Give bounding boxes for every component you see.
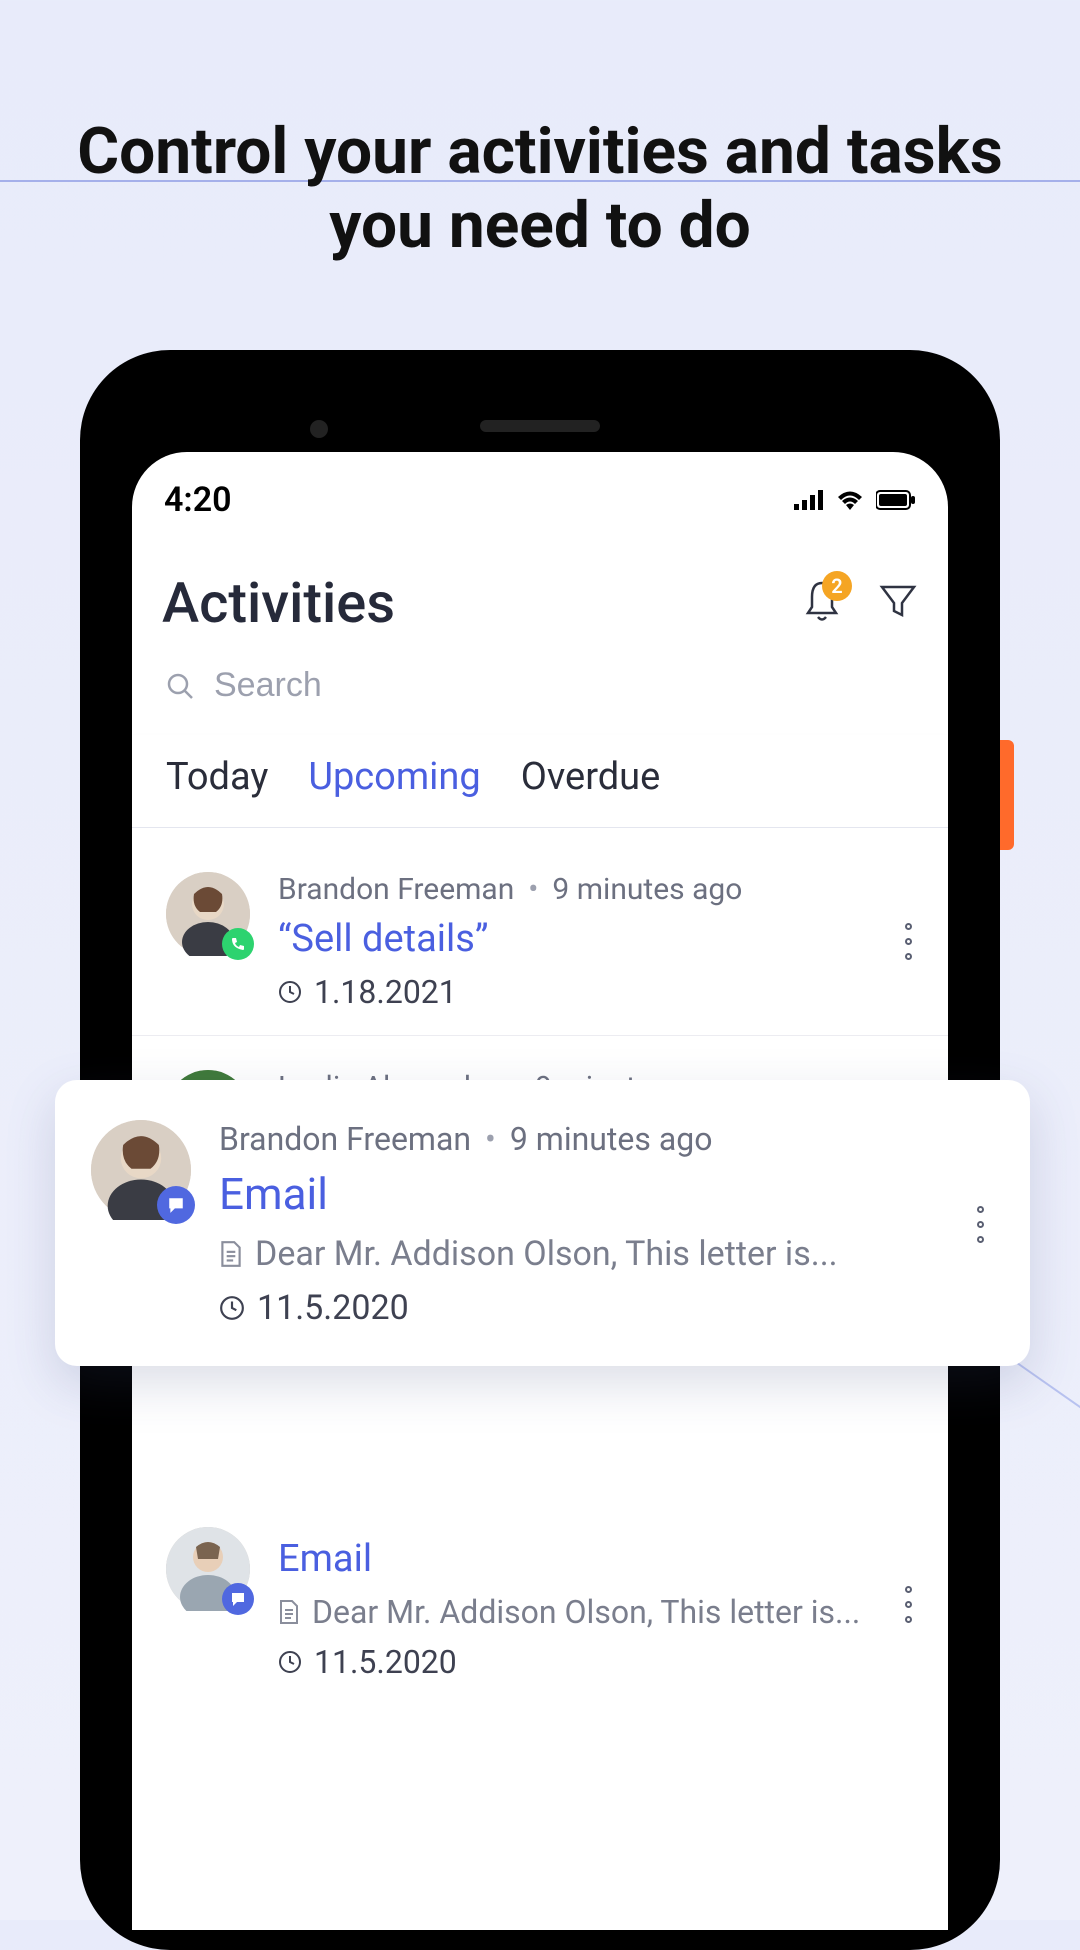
more-button[interactable] (889, 1576, 928, 1633)
activity-author: Brandon Freeman (278, 872, 514, 907)
highlighted-activity-card[interactable]: Brandon Freeman • 9 minutes ago Email De… (55, 1080, 1030, 1366)
wifi-icon (836, 490, 864, 510)
activity-item[interactable]: Email Dear Mr. Addison Olson, This lette… (132, 1493, 948, 1705)
search-input[interactable] (214, 666, 914, 705)
clock-icon (219, 1295, 245, 1321)
clock-icon (278, 1650, 302, 1674)
battery-icon (876, 490, 916, 510)
activity-preview: Dear Mr. Addison Olson, This letter is..… (255, 1234, 838, 1274)
activity-date: 11.5.2020 (257, 1288, 409, 1328)
phone-side-accent (1000, 740, 1014, 850)
phone-speaker (480, 420, 600, 432)
avatar (166, 1527, 250, 1611)
more-button[interactable] (961, 1196, 1000, 1253)
tab-overdue[interactable]: Overdue (521, 755, 661, 799)
activity-date: 1.18.2021 (314, 973, 457, 1011)
document-icon (219, 1240, 243, 1268)
tab-today[interactable]: Today (166, 755, 268, 799)
search-icon (166, 672, 194, 700)
activity-time: 9 minutes ago (552, 872, 742, 907)
more-button[interactable] (889, 913, 928, 970)
chat-icon (222, 1583, 254, 1615)
dots-vertical-icon (905, 923, 912, 960)
dots-vertical-icon (905, 1586, 912, 1623)
phone-icon (222, 928, 254, 960)
activity-date: 11.5.2020 (314, 1643, 457, 1681)
dots-vertical-icon (977, 1206, 984, 1243)
phone-camera-dot (310, 420, 328, 438)
activity-title: Email (278, 1537, 889, 1581)
tabs: Today Upcoming Overdue (132, 735, 948, 828)
page-title: Activities (162, 570, 395, 636)
avatar (91, 1120, 191, 1220)
search-bar[interactable] (132, 646, 948, 735)
document-icon (278, 1599, 300, 1625)
signal-icon (794, 490, 824, 510)
status-time: 4:20 (164, 480, 232, 520)
avatar (166, 872, 250, 956)
notifications-button[interactable]: 2 (802, 579, 842, 627)
activity-meta: Brandon Freeman • 9 minutes ago (219, 1120, 961, 1158)
notification-badge: 2 (822, 571, 852, 601)
chat-icon (157, 1186, 195, 1224)
activity-title: “Sell details” (278, 917, 889, 961)
activity-meta: Brandon Freeman • 9 minutes ago (278, 872, 889, 907)
filter-icon (878, 581, 918, 621)
status-bar: 4:20 (132, 452, 948, 530)
activity-preview: Dear Mr. Addison Olson, This letter is..… (312, 1593, 860, 1631)
activity-author: Brandon Freeman (219, 1120, 471, 1158)
activity-item[interactable]: Brandon Freeman • 9 minutes ago “Sell de… (132, 838, 948, 1035)
app-header: Activities 2 (132, 530, 948, 646)
clock-icon (278, 980, 302, 1004)
activity-time: 9 minutes ago (510, 1120, 713, 1158)
filter-button[interactable] (878, 581, 918, 625)
tab-upcoming[interactable]: Upcoming (308, 755, 480, 799)
promo-headline: Control your activities and tasks you ne… (0, 0, 1080, 262)
activity-title: Email (219, 1168, 961, 1220)
status-indicators (794, 490, 916, 510)
